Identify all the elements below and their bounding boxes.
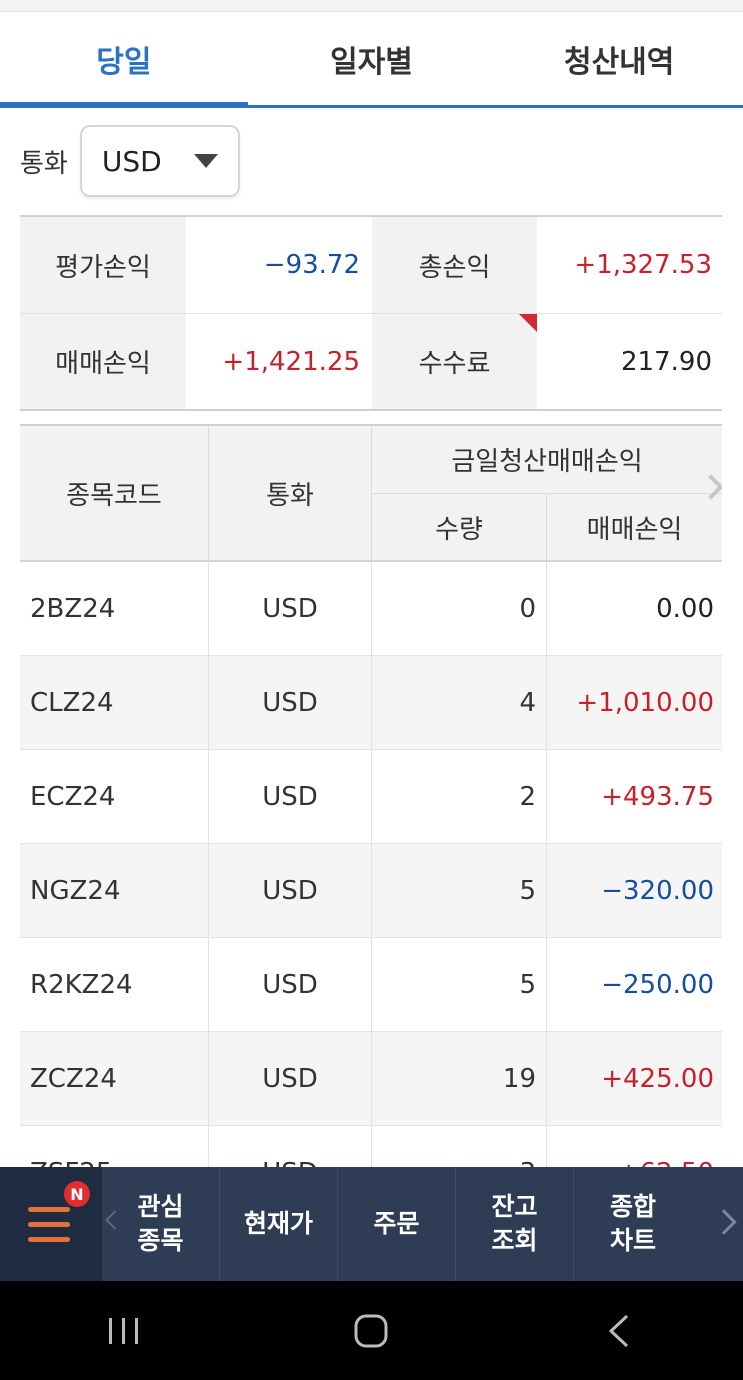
table-row[interactable]: ZCZ24 USD 19 +425.00 (20, 1032, 722, 1126)
cell-currency: USD (209, 1126, 372, 1168)
table-row[interactable]: NGZ24 USD 5 −320.00 (20, 844, 722, 938)
table-row[interactable]: R2KZ24 USD 5 −250.00 (20, 938, 722, 1032)
position-table[interactable]: 종목코드 통화 금일청산매매손익 수량 매매손익 2BZ24 USD 0 0.00 CL… (20, 424, 722, 1168)
tab-by-date[interactable]: 일자별 (248, 12, 496, 105)
new-badge: N (64, 1181, 90, 1207)
nav-balance[interactable]: 잔고 조회 (456, 1167, 574, 1281)
nav-chart[interactable]: 종합 차트 (574, 1167, 692, 1281)
cell-pl: +62.50 (547, 1126, 722, 1169)
recent-apps-button[interactable] (84, 1301, 164, 1361)
cell-code: 2BZ24 (20, 562, 209, 655)
table-body: 2BZ24 USD 0 0.00 CLZ24 USD 4 +1,010.00 ECZ24 USD 2… (20, 562, 722, 1168)
summary-row: 매매손익 +1,421.25 수수료 217.90 (20, 313, 722, 409)
cell-pl: 0.00 (656, 593, 714, 624)
currency-select[interactable]: USD (79, 125, 240, 197)
home-icon (354, 1314, 388, 1347)
table-header: 종목코드 통화 금일청산매매손익 수량 매매손익 (20, 426, 722, 562)
cell-code: ZSF25 (20, 1126, 209, 1168)
cell-currency: USD (209, 562, 372, 655)
chevron-right-icon[interactable] (711, 1209, 737, 1235)
cell-currency: USD (209, 1032, 372, 1125)
cell-code: CLZ24 (20, 656, 209, 749)
pl-summary: 평가손익 −93.72 총손익 +1,327.53 매매손익 +1,421.25… (20, 215, 722, 411)
home-button[interactable] (331, 1301, 411, 1361)
eval-pl-label: 평가손익 (20, 217, 186, 313)
fee-label[interactable]: 수수료 (372, 314, 537, 409)
header-subrow: 수량 매매손익 (372, 494, 722, 560)
cell-pl: +425.00 (601, 1063, 714, 1094)
trade-pl-value: +1,421.25 (222, 346, 360, 377)
back-button[interactable] (579, 1301, 659, 1361)
tab-today[interactable]: 당일 (0, 12, 248, 108)
nav-current-price[interactable]: 현재가 (220, 1167, 338, 1281)
table-row[interactable]: ZSF25USD3+62.50 (20, 1126, 722, 1168)
summary-row: 평가손익 −93.72 총손익 +1,327.53 (20, 217, 722, 313)
dropdown-arrow-icon (193, 154, 218, 168)
fee-label-text: 수수료 (418, 349, 491, 379)
cell-currency: USD (209, 750, 372, 843)
cell-pl: +493.75 (601, 781, 714, 812)
back-icon (608, 1314, 629, 1347)
cell-qty: 19 (372, 1032, 547, 1125)
currency-row: 통화 USD (20, 124, 240, 198)
table-row[interactable]: CLZ24 USD 4 +1,010.00 (20, 656, 722, 750)
top-strip (0, 0, 743, 12)
recent-apps-icon (108, 1317, 138, 1344)
cell-qty: 3 (372, 1126, 547, 1168)
cell-currency: USD (209, 844, 372, 937)
currency-select-value: USD (101, 144, 162, 178)
cell-pl: −320.00 (601, 875, 714, 906)
cell-code: ZCZ24 (20, 1032, 209, 1125)
cell-qty: 4 (372, 656, 547, 749)
header-currency: 통화 (209, 426, 372, 560)
cell-pl: −250.00 (601, 969, 714, 1000)
cell-currency: USD (209, 938, 372, 1031)
system-nav-bar (0, 1281, 743, 1380)
tab-settlement-history[interactable]: 청산내역 (495, 12, 743, 105)
header-group: 금일청산매매손익 수량 매매손익 (372, 426, 722, 560)
bottom-nav: N 관심 종목 현재가 주문 잔고 조회 종합 차트 (0, 1167, 743, 1281)
fee-value: 217.90 (621, 346, 712, 377)
menu-button[interactable]: N (0, 1167, 102, 1281)
cell-qty: 5 (372, 844, 547, 937)
cell-code: NGZ24 (20, 844, 209, 937)
eval-pl-value: −93.72 (263, 250, 360, 280)
header-today-settle-pl: 금일청산매매손익 (372, 426, 722, 494)
header-pl: 매매손익 (586, 514, 683, 545)
info-marker-icon (519, 314, 537, 332)
table-row[interactable]: ECZ24 USD 2 +493.75 (20, 750, 722, 844)
cell-pl: +1,010.00 (576, 687, 714, 718)
cell-qty: 5 (372, 938, 547, 1031)
cell-code: ECZ24 (20, 750, 209, 843)
total-pl-value: +1,327.53 (574, 250, 712, 280)
total-pl-label: 총손익 (372, 217, 537, 313)
currency-label: 통화 (20, 148, 68, 179)
cell-currency: USD (209, 656, 372, 749)
hamburger-icon (28, 1221, 70, 1227)
cell-qty: 2 (372, 750, 547, 843)
cell-code: R2KZ24 (20, 938, 209, 1031)
header-qty: 수량 (372, 494, 547, 560)
hamburger-icon (28, 1236, 70, 1242)
header-code: 종목코드 (20, 426, 209, 560)
trade-pl-label: 매매손익 (20, 314, 186, 409)
hamburger-icon (28, 1206, 70, 1212)
tab-bar: 당일 일자별 청산내역 (0, 12, 743, 108)
nav-order[interactable]: 주문 (338, 1167, 456, 1281)
table-row[interactable]: 2BZ24 USD 0 0.00 (20, 562, 722, 656)
cell-qty: 0 (372, 562, 547, 655)
